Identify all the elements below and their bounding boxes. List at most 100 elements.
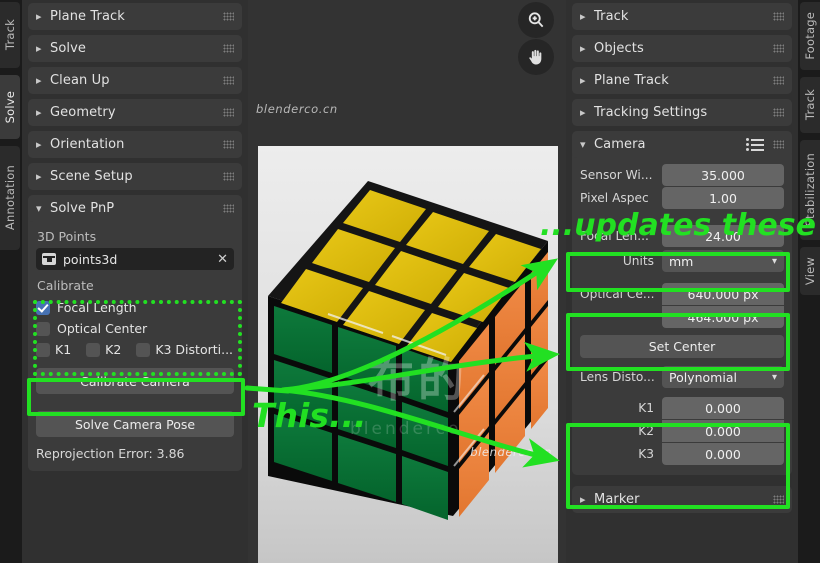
right-tab-strip: Footage Track Stabilization View bbox=[798, 0, 820, 563]
row-label: Units bbox=[622, 254, 654, 268]
row-sensor-width[interactable]: Sensor Wi... 35.000 bbox=[580, 164, 784, 186]
row-units[interactable]: Units mm ▾ bbox=[580, 250, 784, 272]
left-tab-label-0: Track bbox=[3, 19, 17, 51]
distortion-checkbox-row: K1 K2 K3 Distorti... bbox=[36, 339, 234, 360]
row-k3[interactable]: K3 0.000 bbox=[580, 443, 784, 465]
checkbox-label-k2: K2 bbox=[105, 342, 122, 357]
clip-viewport[interactable]: blenderco.cn 布的 blenderco blenderco.cn bbox=[248, 0, 566, 563]
drag-grip-icon[interactable] bbox=[223, 172, 234, 181]
k1-value[interactable]: 0.000 bbox=[662, 397, 784, 419]
calibrate-camera-label: Calibrate Camera bbox=[80, 373, 190, 389]
right-tab-label-2: Stabilization bbox=[803, 153, 817, 227]
calibrate-camera-button[interactable]: Calibrate Camera bbox=[36, 368, 234, 394]
checkbox-icon-k1[interactable] bbox=[36, 342, 50, 357]
camera-presets-icon[interactable] bbox=[746, 138, 764, 151]
svg-text:blenderco: blenderco bbox=[350, 419, 461, 439]
drag-grip-icon[interactable] bbox=[223, 140, 234, 149]
checkbox-icon[interactable] bbox=[36, 300, 50, 315]
clip-properties-panel: ▸ Track ▸ Objects ▸ Plane Track ▸ Tracki… bbox=[566, 0, 798, 563]
drag-grip-icon[interactable] bbox=[223, 12, 234, 21]
sidebar-tab-view[interactable]: View bbox=[800, 247, 820, 295]
row-label: K3 bbox=[638, 447, 654, 461]
clear-icon[interactable]: ✕ bbox=[217, 252, 228, 267]
section-label: Scene Setup bbox=[50, 169, 133, 184]
section-plane-track-right[interactable]: ▸ Plane Track bbox=[572, 67, 792, 94]
chevron-down-icon: ▾ bbox=[580, 138, 586, 151]
clip-image[interactable]: 布的 blenderco blenderco.cn bbox=[258, 146, 558, 563]
optical-center-y-value[interactable]: 464.000 px bbox=[662, 306, 784, 328]
checkbox-icon[interactable] bbox=[36, 321, 50, 336]
section-solve-pnp-header[interactable]: ▾ Solve PnP bbox=[28, 195, 242, 222]
checkbox-optical-center[interactable]: Optical Center bbox=[36, 318, 234, 339]
sidebar-tab-track-right[interactable]: Track bbox=[800, 77, 820, 133]
section-scene-setup[interactable]: ▸ Scene Setup bbox=[28, 163, 242, 190]
section-plane-track[interactable]: ▸ Plane Track bbox=[28, 3, 242, 30]
section-clean-up[interactable]: ▸ Clean Up bbox=[28, 67, 242, 94]
optical-center-x-value[interactable]: 640.000 px bbox=[662, 283, 784, 305]
pixel-aspect-value[interactable]: 1.00 bbox=[662, 187, 784, 209]
drag-grip-icon[interactable] bbox=[773, 44, 784, 53]
drag-grip-icon[interactable] bbox=[223, 108, 234, 117]
lens-distortion-dropdown[interactable]: Polynomial ▾ bbox=[662, 366, 784, 388]
checkbox-icon-k2[interactable] bbox=[86, 342, 101, 357]
drag-grip-icon[interactable] bbox=[773, 76, 784, 85]
row-optical-center-x[interactable]: Optical Ce... 640.000 px bbox=[580, 283, 784, 305]
drag-grip-icon[interactable] bbox=[223, 204, 234, 213]
row-lens-distortion[interactable]: Lens Disto... Polynomial ▾ bbox=[580, 366, 784, 388]
drag-grip-icon[interactable] bbox=[223, 44, 234, 53]
focal-length-value[interactable]: 24.00 bbox=[662, 225, 784, 247]
chevron-right-icon: ▸ bbox=[36, 170, 42, 183]
k3-value[interactable]: 0.000 bbox=[662, 443, 784, 465]
sidebar-tab-annotation[interactable]: Annotation bbox=[0, 146, 20, 250]
right-tab-label-0: Footage bbox=[803, 12, 817, 60]
drag-grip-icon[interactable] bbox=[773, 108, 784, 117]
row-k1[interactable]: K1 0.000 bbox=[580, 397, 784, 419]
drag-grip-icon[interactable] bbox=[773, 12, 784, 21]
sidebar-tab-stabilization[interactable]: Stabilization bbox=[800, 140, 820, 240]
section-marker[interactable]: ▸ Marker bbox=[572, 486, 792, 513]
units-dropdown[interactable]: mm ▾ bbox=[662, 250, 784, 272]
section-camera-header[interactable]: ▾ Camera bbox=[572, 131, 792, 158]
row-k2[interactable]: K2 0.000 bbox=[580, 420, 784, 442]
section-label: Marker bbox=[594, 492, 640, 507]
row-focal-length[interactable]: Focal Len... 24.00 bbox=[580, 225, 784, 247]
checkbox-label: Optical Center bbox=[57, 321, 148, 336]
chevron-right-icon: ▸ bbox=[36, 74, 42, 87]
section-orientation[interactable]: ▸ Orientation bbox=[28, 131, 242, 158]
drag-grip-icon[interactable] bbox=[773, 495, 784, 504]
checkbox-icon-k3[interactable] bbox=[136, 342, 151, 357]
sidebar-tab-footage[interactable]: Footage bbox=[800, 2, 820, 70]
section-label: Plane Track bbox=[50, 9, 125, 24]
row-label: K1 bbox=[638, 401, 654, 415]
sidebar-tab-track[interactable]: Track bbox=[0, 2, 20, 68]
drag-grip-icon[interactable] bbox=[773, 140, 784, 149]
checkbox-focal-length[interactable]: Focal Length bbox=[36, 297, 234, 318]
sidebar-tab-solve[interactable]: Solve bbox=[0, 75, 20, 139]
chevron-down-icon: ▾ bbox=[771, 255, 777, 267]
k2-value[interactable]: 0.000 bbox=[662, 420, 784, 442]
section-objects[interactable]: ▸ Objects bbox=[572, 35, 792, 62]
right-tab-label-1: Track bbox=[803, 89, 817, 121]
solve-camera-pose-button[interactable]: Solve Camera Pose bbox=[36, 411, 234, 437]
points3d-field[interactable]: points3d ✕ bbox=[36, 248, 234, 270]
row-optical-center-y[interactable]: 464.000 px bbox=[580, 306, 784, 328]
section-geometry[interactable]: ▸ Geometry bbox=[28, 99, 242, 126]
section-track[interactable]: ▸ Track bbox=[572, 3, 792, 30]
pan-hand-tool-icon[interactable] bbox=[518, 39, 554, 75]
chevron-right-icon: ▸ bbox=[580, 74, 586, 87]
chevron-right-icon: ▸ bbox=[36, 138, 42, 151]
zoom-in-tool-icon[interactable] bbox=[518, 2, 554, 38]
camera-body: Sensor Wi... 35.000 Pixel Aspec 1.00 Foc… bbox=[572, 158, 792, 475]
drag-grip-icon[interactable] bbox=[223, 76, 234, 85]
row-label-empty bbox=[580, 306, 662, 328]
chevron-down-icon: ▾ bbox=[771, 371, 777, 383]
sensor-width-value[interactable]: 35.000 bbox=[662, 164, 784, 186]
section-solve[interactable]: ▸ Solve bbox=[28, 35, 242, 62]
row-pixel-aspect[interactable]: Pixel Aspec 1.00 bbox=[580, 187, 784, 209]
section-solve-pnp: ▾ Solve PnP 3D Points points3d ✕ Calibra… bbox=[28, 195, 242, 471]
checkbox-label-k1: K1 bbox=[55, 342, 72, 357]
section-tracking-settings[interactable]: ▸ Tracking Settings bbox=[572, 99, 792, 126]
points3d-value: points3d bbox=[63, 251, 118, 267]
set-center-button[interactable]: Set Center bbox=[580, 335, 784, 358]
chevron-right-icon: ▸ bbox=[36, 106, 42, 119]
